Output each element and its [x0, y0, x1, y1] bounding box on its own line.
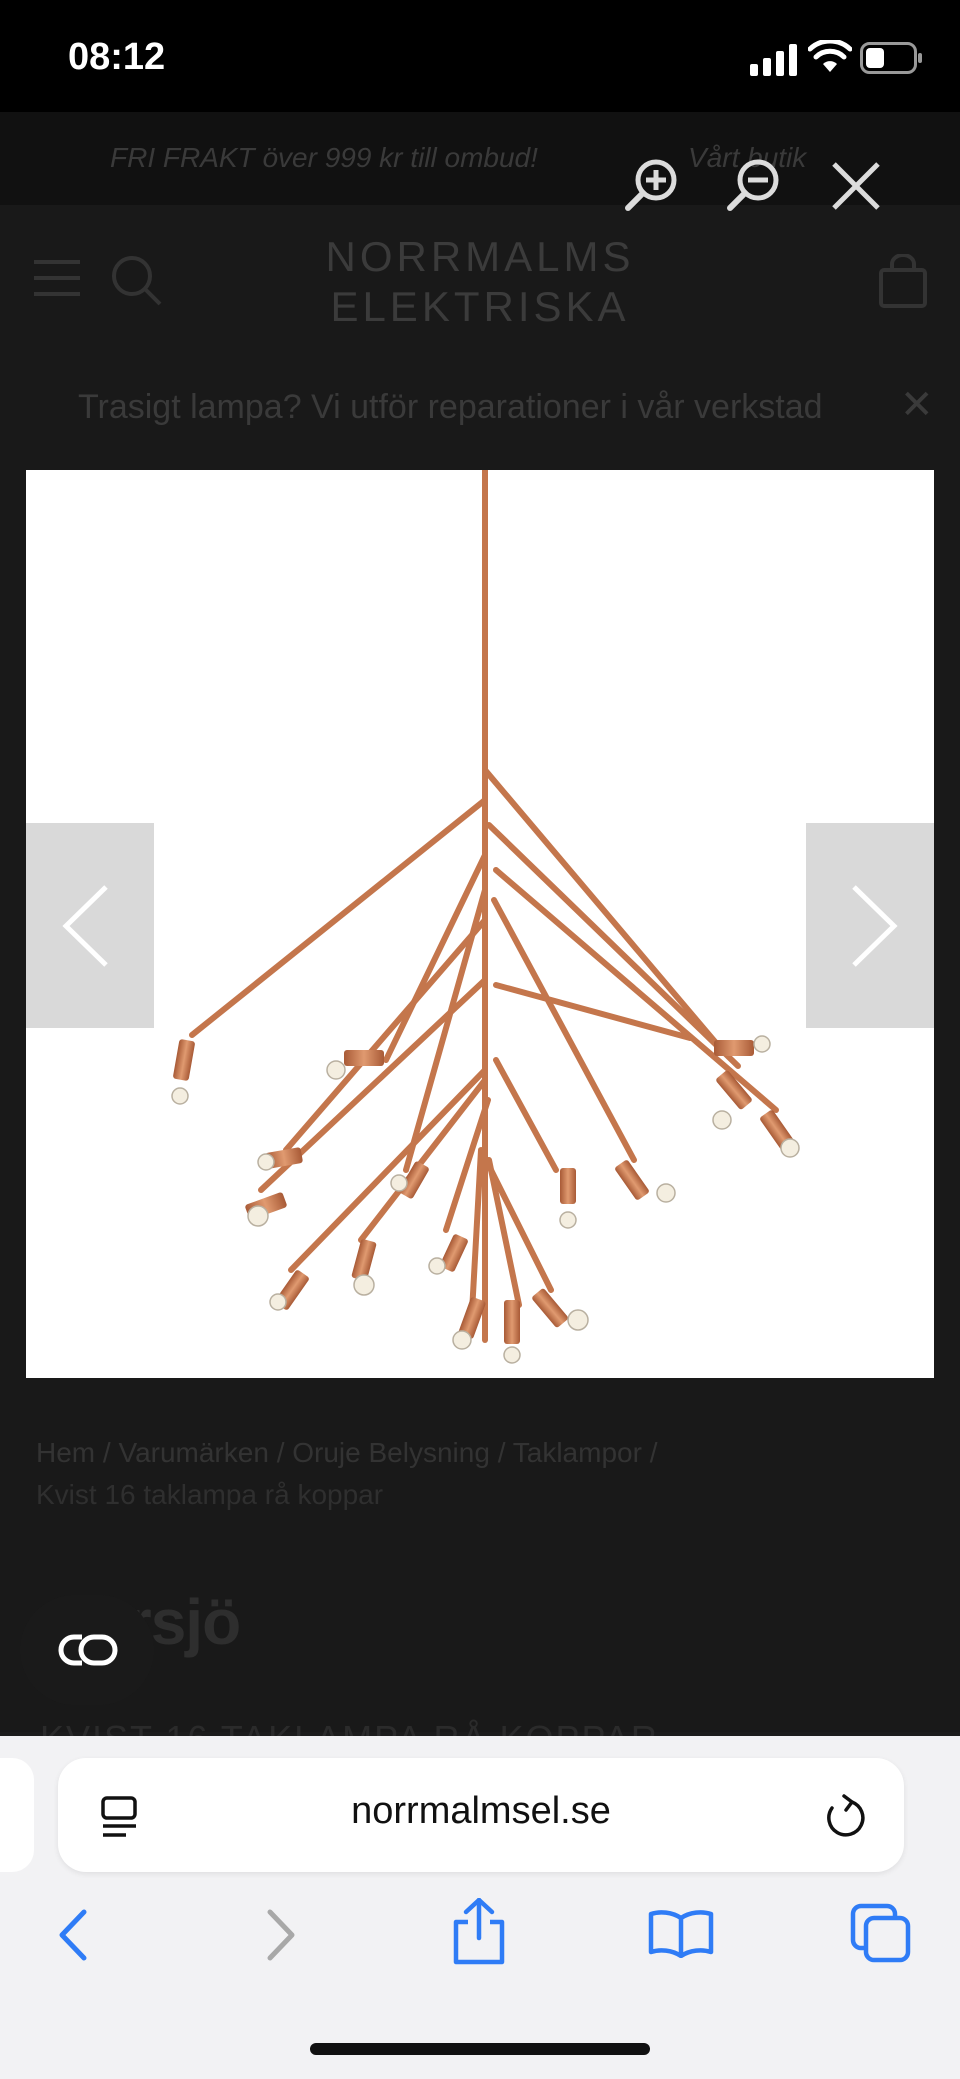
- forward-icon[interactable]: [258, 1908, 302, 1962]
- reload-icon[interactable]: [822, 1794, 866, 1840]
- breadcrumb-item: Varumärken: [118, 1437, 269, 1468]
- breadcrumb-item: Oruje Belysning: [292, 1437, 490, 1468]
- previous-image-button[interactable]: [26, 823, 154, 1028]
- breadcrumb-item: Taklampor: [512, 1437, 642, 1468]
- logo-line-1: NORRMALMS: [325, 233, 635, 280]
- breadcrumb-separator: /: [102, 1437, 111, 1468]
- menu-icon: [34, 260, 80, 296]
- next-image-button[interactable]: [806, 823, 934, 1028]
- breadcrumb-separator: /: [497, 1437, 506, 1468]
- site-logo: NORRMALMS ELEKTRISKA: [300, 232, 660, 332]
- previous-tab-card[interactable]: [0, 1758, 34, 1872]
- status-time: 08:12: [68, 36, 166, 78]
- product-image[interactable]: [26, 470, 934, 1378]
- address-bar[interactable]: norrmalmsel.se: [58, 1758, 904, 1872]
- logo-line-2: ELEKTRISKA: [330, 283, 630, 330]
- zoom-in-icon[interactable]: [622, 156, 686, 212]
- wifi-icon: [808, 40, 852, 72]
- zoom-out-icon[interactable]: [724, 156, 788, 212]
- breadcrumb-separator: /: [649, 1437, 658, 1468]
- bookmarks-icon[interactable]: [648, 1908, 714, 1958]
- copper-branch-lamp-illustration: [171, 470, 800, 1364]
- close-icon[interactable]: [830, 160, 882, 212]
- cart-icon: [879, 254, 927, 308]
- chat-icon: [58, 1634, 118, 1666]
- notice-close-icon: ✕: [900, 383, 934, 427]
- breadcrumb-separator: /: [276, 1437, 285, 1468]
- search-icon: [112, 256, 162, 306]
- breadcrumb-item: Hem: [36, 1437, 96, 1468]
- breadcrumb-current: Kvist 16 taklampa rå koppar: [36, 1479, 384, 1510]
- repair-notice: Trasigt lampa? Vi utför reparationer i v…: [78, 388, 823, 426]
- promo-text: FRI FRAKT över 999 kr till ombud!: [110, 142, 538, 173]
- home-indicator: [310, 2043, 650, 2055]
- chevron-right-icon: [852, 885, 898, 967]
- battery-icon: [860, 42, 922, 74]
- signal-icon: [750, 44, 797, 76]
- tabs-icon[interactable]: [850, 1903, 912, 1963]
- share-icon[interactable]: [450, 1898, 508, 1966]
- url-text[interactable]: norrmalmsel.se: [58, 1790, 904, 1833]
- breadcrumb: Hem / Varumärken / Oruje Belysning / Tak…: [36, 1432, 916, 1516]
- chevron-left-icon: [62, 885, 108, 967]
- back-icon[interactable]: [52, 1908, 96, 1962]
- chat-button[interactable]: [20, 1595, 154, 1705]
